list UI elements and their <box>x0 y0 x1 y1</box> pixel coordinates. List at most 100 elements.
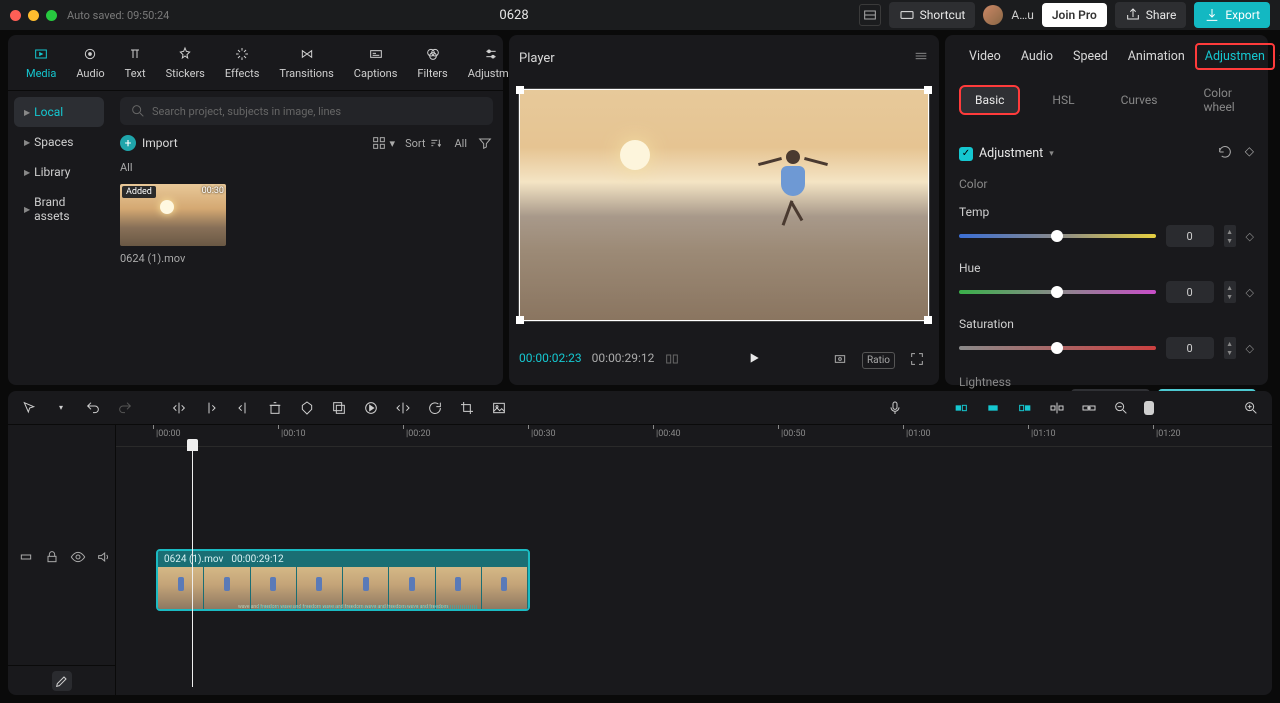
temp-value[interactable]: 0 <box>1166 225 1214 247</box>
minimize-window[interactable] <box>28 10 39 21</box>
hue-keyframe-icon[interactable]: ◇ <box>1246 286 1254 299</box>
pointer-dropdown[interactable]: ▾ <box>52 399 70 417</box>
view-grid-button[interactable]: ▾ <box>371 135 396 151</box>
snap-tool[interactable] <box>1048 399 1066 417</box>
rp-tab-audio[interactable]: Audio <box>1011 43 1063 70</box>
tab-stickers[interactable]: Stickers <box>156 41 215 84</box>
subtab-hsl[interactable]: HSL <box>1038 87 1088 113</box>
hue-stepper[interactable]: ▲▼ <box>1224 281 1236 303</box>
rp-tab-animation[interactable]: Animation <box>1118 43 1195 70</box>
mic-tool[interactable] <box>886 399 904 417</box>
magnet-center-tool[interactable] <box>984 399 1002 417</box>
sidebar-item-spaces[interactable]: ▶Spaces <box>14 127 104 157</box>
video-preview[interactable] <box>519 89 929 321</box>
tab-captions[interactable]: Captions <box>344 41 408 84</box>
track-visibility-icon[interactable] <box>70 549 86 568</box>
crop-tool[interactable] <box>458 399 476 417</box>
share-button[interactable]: Share <box>1115 2 1187 28</box>
join-pro-button[interactable]: Join Pro <box>1042 3 1107 27</box>
avatar[interactable] <box>983 5 1003 25</box>
saturation-slider-thumb[interactable] <box>1051 342 1063 354</box>
tab-effects[interactable]: Effects <box>215 41 270 84</box>
temp-stepper[interactable]: ▲▼ <box>1224 225 1236 247</box>
zoom-slider-thumb[interactable] <box>1144 401 1154 415</box>
filter-all-button[interactable]: All <box>454 137 467 150</box>
preview-quality-icon[interactable] <box>828 349 852 372</box>
zoom-in-tool[interactable] <box>1242 399 1260 417</box>
track-mute-icon[interactable] <box>96 549 112 568</box>
export-button[interactable]: Export <box>1194 2 1270 28</box>
saturation-keyframe-icon[interactable]: ◇ <box>1246 342 1254 355</box>
saturation-slider[interactable] <box>959 346 1156 350</box>
maximize-window[interactable] <box>46 10 57 21</box>
track-collapse-icon[interactable] <box>18 549 34 568</box>
tab-media[interactable]: Media <box>16 41 66 84</box>
rp-tab-video[interactable]: Video <box>959 43 1011 70</box>
subtab-color-wheel[interactable]: Color wheel <box>1189 80 1264 120</box>
player-menu-icon[interactable] <box>913 48 929 68</box>
audio-icon <box>81 45 99 63</box>
marker-tool[interactable] <box>298 399 316 417</box>
ratio-button[interactable]: Ratio <box>862 352 895 369</box>
sidebar-item-brand-assets[interactable]: ▶Brand assets <box>14 187 104 231</box>
compare-icon[interactable] <box>664 351 680 370</box>
keyframe-icon[interactable]: ◇ <box>1245 144 1254 163</box>
mirror-tool[interactable] <box>394 399 412 417</box>
timeline-ruler[interactable]: |00:00 |00:10 |00:20 |00:30 |00:40 |00:5… <box>116 425 1272 447</box>
media-clip[interactable]: Added 00:30 0624 (1).mov <box>120 184 226 265</box>
subtab-basic[interactable]: Basic <box>959 85 1020 115</box>
playhead[interactable] <box>192 447 193 687</box>
tab-filters[interactable]: Filters <box>407 41 457 84</box>
link-tool[interactable] <box>1080 399 1098 417</box>
fullscreen-icon[interactable] <box>905 349 929 372</box>
timeline-canvas[interactable]: 0624 (1).mov 00:00:29:12 wave and freedo… <box>116 447 1272 687</box>
username: A…u <box>1011 8 1033 22</box>
adjustment-toggle[interactable]: ✓ Adjustment ▾ <box>959 146 1054 161</box>
saturation-value[interactable]: 0 <box>1166 337 1214 359</box>
trim-left-tool[interactable] <box>202 399 220 417</box>
redo-button[interactable] <box>116 399 134 417</box>
duplicate-tool[interactable] <box>330 399 348 417</box>
subtab-curves[interactable]: Curves <box>1107 87 1172 113</box>
shortcut-button[interactable]: Shortcut <box>889 2 976 28</box>
split-tool[interactable] <box>170 399 188 417</box>
sort-button[interactable]: Sort <box>405 135 444 151</box>
player-panel: Player 00:00:02:23 00:00:29:12 <box>509 35 939 385</box>
zoom-fit-tool[interactable] <box>1112 399 1130 417</box>
magnet-left-tool[interactable] <box>952 399 970 417</box>
rp-tab-adjustment[interactable]: Adjustmen <box>1195 43 1275 70</box>
undo-button[interactable] <box>84 399 102 417</box>
sidebar-item-library[interactable]: ▶Library <box>14 157 104 187</box>
layout-icon[interactable] <box>859 4 881 26</box>
rotate-tool[interactable] <box>426 399 444 417</box>
tab-text[interactable]: Text <box>115 41 156 84</box>
rp-tabs-more-icon[interactable]: » <box>1275 50 1280 64</box>
temp-keyframe-icon[interactable]: ◇ <box>1246 230 1254 243</box>
hue-slider-thumb[interactable] <box>1051 286 1063 298</box>
temp-slider[interactable] <box>959 234 1156 238</box>
tab-transitions[interactable]: Transitions <box>269 41 343 84</box>
image-tool[interactable] <box>490 399 508 417</box>
trim-right-tool[interactable] <box>234 399 252 417</box>
play-button[interactable] <box>746 350 762 370</box>
speed-tool[interactable] <box>362 399 380 417</box>
delete-tool[interactable] <box>266 399 284 417</box>
search-input[interactable]: Search project, subjects in image, lines <box>120 97 493 125</box>
pointer-tool[interactable] <box>20 399 38 417</box>
sidebar-item-local[interactable]: ▶Local <box>14 97 104 127</box>
saturation-stepper[interactable]: ▲▼ <box>1224 337 1236 359</box>
hue-slider[interactable] <box>959 290 1156 294</box>
magnet-right-tool[interactable] <box>1016 399 1034 417</box>
edit-track-icon[interactable] <box>52 671 72 691</box>
rp-tab-speed[interactable]: Speed <box>1063 43 1118 70</box>
saturation-slider-row: Saturation 0 ▲▼ ◇ <box>959 317 1264 359</box>
tab-audio[interactable]: Audio <box>66 41 114 84</box>
import-button[interactable]: + Import <box>120 135 178 151</box>
temp-slider-thumb[interactable] <box>1051 230 1063 242</box>
reset-icon[interactable] <box>1217 144 1233 163</box>
close-window[interactable] <box>10 10 21 21</box>
filter-button[interactable] <box>477 135 493 151</box>
hue-value[interactable]: 0 <box>1166 281 1214 303</box>
timeline-clip[interactable]: 0624 (1).mov 00:00:29:12 wave and freedo… <box>156 549 530 611</box>
track-lock-icon[interactable] <box>44 549 60 568</box>
